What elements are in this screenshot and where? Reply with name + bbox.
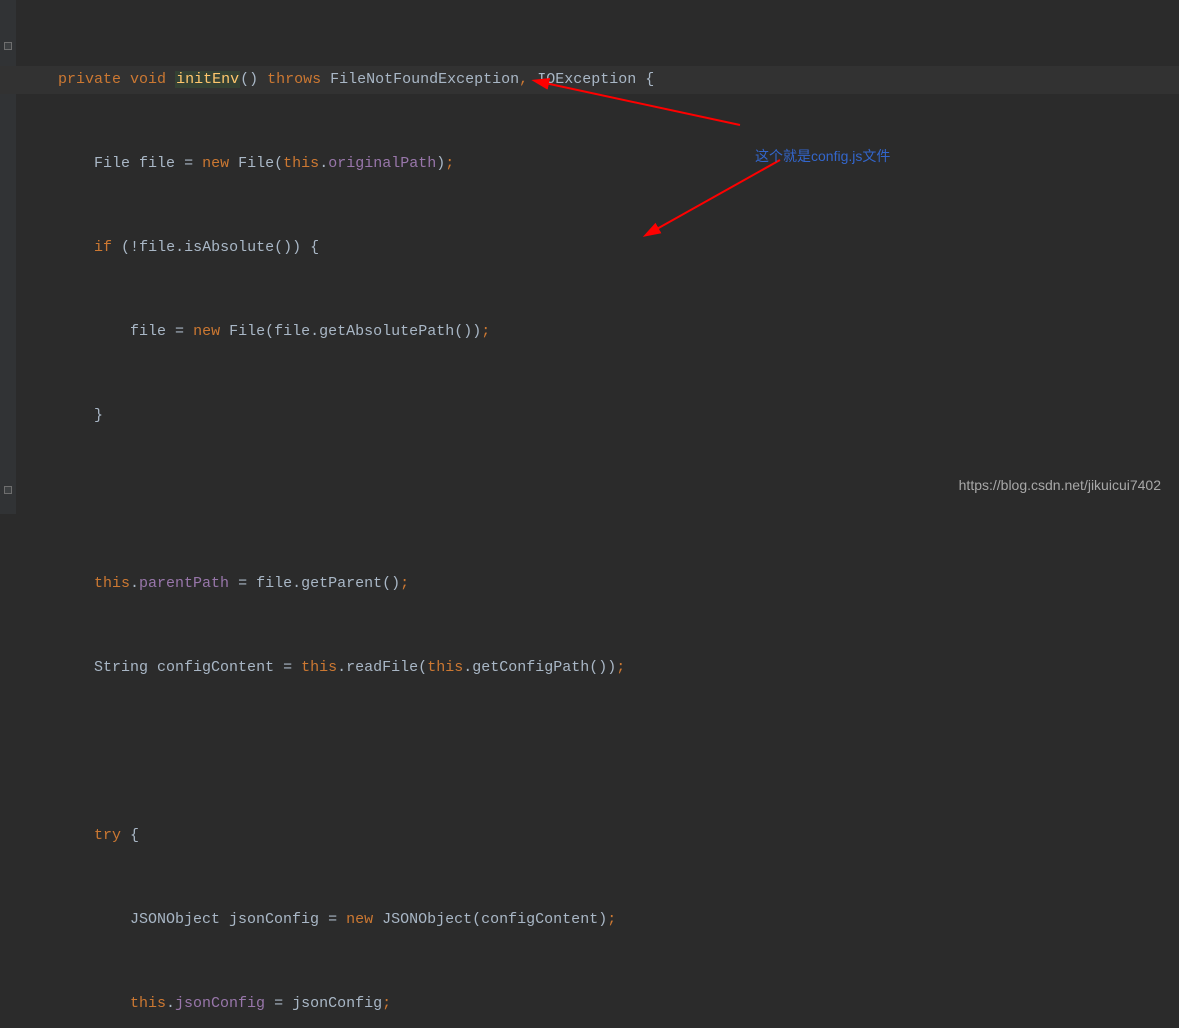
code-line: try {: [58, 822, 1179, 850]
code-content: private void initEnv() throws FileNotFou…: [20, 10, 1179, 1028]
code-line: JSONObject jsonConfig = new JSONObject(c…: [58, 906, 1179, 934]
code-line: this.jsonConfig = jsonConfig;: [58, 990, 1179, 1018]
code-line: }: [58, 402, 1179, 430]
method-name: initEnv: [175, 71, 240, 88]
annotation-label: 这个就是config.js文件: [755, 142, 890, 170]
code-line: [58, 738, 1179, 766]
keyword-throws: throws: [267, 71, 321, 88]
keyword-private: private: [58, 71, 121, 88]
code-line: File file = new File(this.originalPath);: [58, 150, 1179, 178]
code-line: file = new File(file.getAbsolutePath());: [58, 318, 1179, 346]
code-editor[interactable]: private void initEnv() throws FileNotFou…: [0, 0, 1179, 1028]
code-line: String configContent = this.readFile(thi…: [58, 654, 1179, 682]
keyword-void: void: [130, 71, 166, 88]
code-line: this.parentPath = file.getParent();: [58, 570, 1179, 598]
code-line: private void initEnv() throws FileNotFou…: [0, 66, 1179, 94]
code-line: if (!file.isAbsolute()) {: [58, 234, 1179, 262]
watermark-text: https://blog.csdn.net/jikuicui7402: [959, 471, 1161, 499]
